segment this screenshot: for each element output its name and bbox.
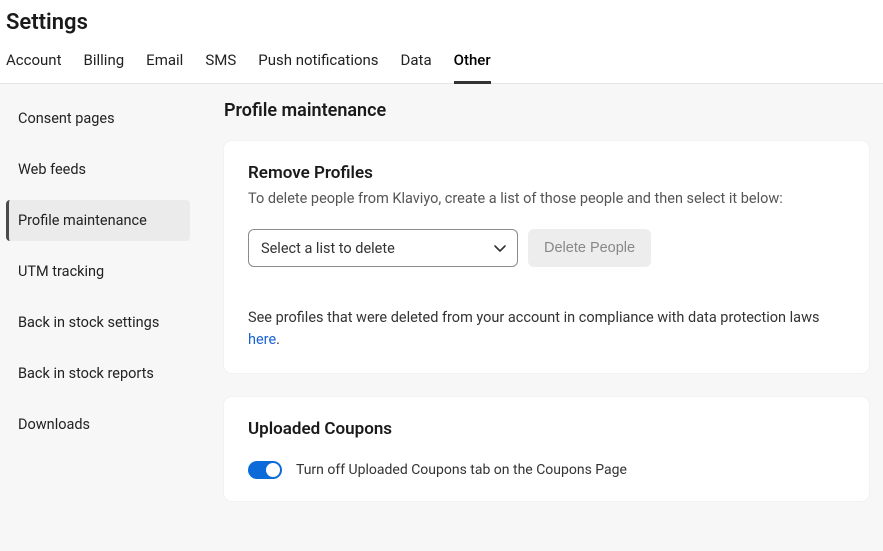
tab-email[interactable]: Email bbox=[146, 43, 183, 83]
deleted-profiles-note: See profiles that were deleted from your… bbox=[248, 307, 845, 351]
uploaded-coupons-toggle-row: Turn off Uploaded Coupons tab on the Cou… bbox=[248, 457, 845, 479]
content-title: Profile maintenance bbox=[224, 100, 869, 121]
tab-sms[interactable]: SMS bbox=[205, 43, 236, 83]
tab-account[interactable]: Account bbox=[6, 43, 62, 83]
deleted-profiles-link[interactable]: here bbox=[248, 331, 276, 348]
sidebar-item-back-in-stock-settings[interactable]: Back in stock settings bbox=[6, 302, 190, 343]
page-title: Settings bbox=[0, 0, 883, 43]
uploaded-coupons-heading: Uploaded Coupons bbox=[248, 419, 845, 439]
body-area: Consent pages Web feeds Profile maintena… bbox=[0, 84, 883, 551]
sidebar-item-back-in-stock-reports[interactable]: Back in stock reports bbox=[6, 353, 190, 394]
delete-list-select-value: Select a list to delete bbox=[248, 229, 518, 267]
note-prefix: See profiles that were deleted from your… bbox=[248, 309, 819, 326]
uploaded-coupons-card: Uploaded Coupons Turn off Uploaded Coupo… bbox=[224, 397, 869, 501]
content: Profile maintenance Remove Profiles To d… bbox=[196, 84, 883, 551]
tab-billing[interactable]: Billing bbox=[84, 43, 125, 83]
remove-profiles-controls: Select a list to delete Delete People bbox=[248, 229, 845, 267]
remove-profiles-subtext: To delete people from Klaviyo, create a … bbox=[248, 189, 845, 209]
sidebar-item-downloads[interactable]: Downloads bbox=[6, 404, 190, 445]
delete-people-button[interactable]: Delete People bbox=[528, 229, 651, 267]
remove-profiles-heading: Remove Profiles bbox=[248, 163, 845, 183]
sidebar-item-web-feeds[interactable]: Web feeds bbox=[6, 149, 190, 190]
remove-profiles-card: Remove Profiles To delete people from Kl… bbox=[224, 141, 869, 373]
note-suffix: . bbox=[276, 331, 280, 348]
delete-list-select[interactable]: Select a list to delete bbox=[248, 229, 518, 267]
sidebar-item-utm-tracking[interactable]: UTM tracking bbox=[6, 251, 190, 292]
tab-other[interactable]: Other bbox=[454, 43, 491, 83]
uploaded-coupons-toggle-label: Turn off Uploaded Coupons tab on the Cou… bbox=[296, 462, 627, 478]
uploaded-coupons-toggle[interactable] bbox=[248, 461, 282, 479]
tab-push-notifications[interactable]: Push notifications bbox=[258, 43, 378, 83]
top-nav: Account Billing Email SMS Push notificat… bbox=[0, 43, 883, 84]
tab-data[interactable]: Data bbox=[401, 43, 432, 83]
sidebar-item-profile-maintenance[interactable]: Profile maintenance bbox=[6, 200, 190, 241]
sidebar: Consent pages Web feeds Profile maintena… bbox=[0, 84, 196, 551]
sidebar-item-consent-pages[interactable]: Consent pages bbox=[6, 98, 190, 139]
toggle-knob bbox=[266, 463, 280, 477]
